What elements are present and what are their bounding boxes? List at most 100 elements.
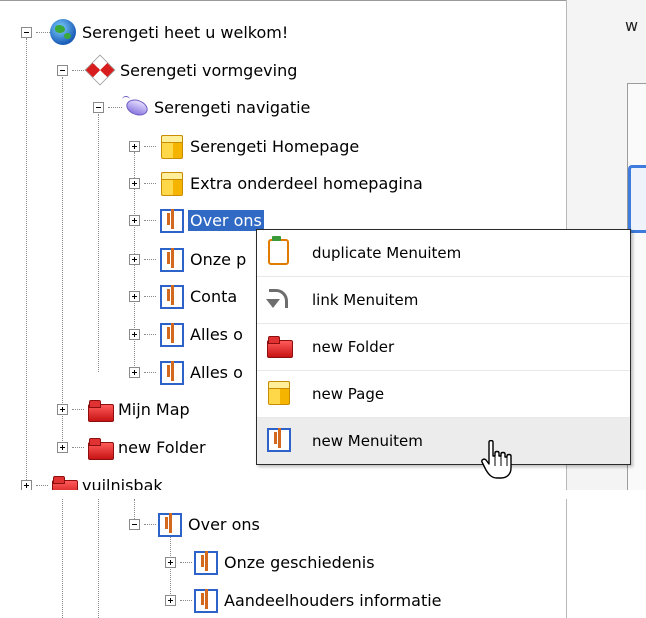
separator bbox=[0, 491, 646, 499]
tree-node-alles-2[interactable]: Alles o bbox=[158, 357, 245, 387]
tree-node-onze[interactable]: Onze p bbox=[158, 244, 248, 274]
tree-line bbox=[108, 107, 122, 108]
tree-node-mijn-map[interactable]: Mijn Map bbox=[86, 394, 192, 424]
tree-line bbox=[72, 409, 84, 410]
menu-item-link-menuitem[interactable]: link Menuitem bbox=[257, 277, 630, 324]
tree-line bbox=[36, 32, 50, 33]
expand-toggle[interactable] bbox=[57, 404, 68, 415]
tree-line bbox=[144, 146, 156, 147]
tree-node-vormgeving[interactable]: Serengeti vormgeving bbox=[84, 54, 299, 86]
folder-icon bbox=[86, 396, 114, 422]
menuitem-icon bbox=[156, 511, 182, 537]
tree-line bbox=[98, 499, 99, 618]
folder-icon bbox=[50, 472, 78, 490]
expand-toggle[interactable] bbox=[129, 367, 140, 378]
tree-node-label: Aandeelhouders informatie bbox=[224, 590, 442, 610]
tree-line bbox=[144, 296, 156, 297]
tree-node-new-folder[interactable]: new Folder bbox=[86, 432, 208, 462]
collapse-toggle[interactable] bbox=[21, 27, 32, 38]
menuitem-icon bbox=[158, 246, 184, 272]
menuitem-icon bbox=[158, 207, 184, 233]
expand-toggle[interactable] bbox=[129, 178, 140, 189]
menu-item-label: new Page bbox=[312, 385, 385, 403]
tree-line bbox=[62, 499, 63, 618]
tree-node-vuilnisbak[interactable]: vuilnisbak bbox=[50, 470, 165, 490]
tree-line bbox=[36, 485, 48, 486]
tree-line bbox=[180, 562, 192, 563]
collapse-toggle[interactable] bbox=[57, 65, 68, 76]
tree-line bbox=[134, 499, 135, 519]
tree-node-label: Onze p bbox=[190, 249, 247, 269]
menu-item-new-page[interactable]: new Page bbox=[257, 371, 630, 418]
content-highlight-box bbox=[628, 165, 646, 233]
tree-node-label: Onze geschiedenis bbox=[224, 552, 375, 572]
tree-node-over-ons[interactable]: Over ons bbox=[158, 205, 264, 235]
page-icon bbox=[265, 379, 295, 409]
page-icon bbox=[158, 170, 184, 196]
duplicate-icon bbox=[265, 236, 295, 268]
folder-icon bbox=[86, 434, 114, 460]
globe-icon bbox=[50, 19, 76, 45]
tree-node-over-ons[interactable]: Over ons bbox=[156, 509, 262, 539]
tree-node-label: Over ons bbox=[188, 514, 260, 534]
menu-item-new-menuitem[interactable]: new Menuitem bbox=[257, 418, 630, 464]
tree-node-label: Conta bbox=[190, 286, 238, 306]
tree-node-aandeelhouders[interactable]: Aandeelhouders informatie bbox=[192, 585, 444, 615]
tree-line bbox=[144, 524, 156, 525]
link-arrow-icon bbox=[265, 285, 295, 315]
panel-top-border bbox=[0, 0, 566, 1]
menu-item-label: new Folder bbox=[312, 338, 395, 356]
menuitem-icon bbox=[158, 283, 184, 309]
expand-toggle[interactable] bbox=[57, 442, 68, 453]
tree-node-contact[interactable]: Conta bbox=[158, 281, 239, 311]
tree-node-navigatie[interactable]: Serengeti navigatie bbox=[122, 92, 312, 122]
hand-cursor-icon bbox=[481, 440, 512, 479]
collapse-toggle[interactable] bbox=[129, 519, 140, 530]
tree-line bbox=[62, 77, 63, 447]
menuitem-icon bbox=[192, 549, 218, 575]
tree-node-label: Serengeti Homepage bbox=[190, 136, 360, 156]
tree-node-label: Extra onderdeel homepagina bbox=[190, 173, 423, 193]
tree-node-label: vuilnisbak bbox=[82, 475, 163, 491]
menu-item-label: new Menuitem bbox=[312, 432, 423, 450]
tree-line bbox=[144, 259, 156, 260]
collapse-toggle[interactable] bbox=[93, 102, 104, 113]
tree-node-root[interactable]: Serengeti heet u welkom! bbox=[50, 17, 290, 47]
tree-node-label: Serengeti navigatie bbox=[154, 97, 311, 117]
tree-node-onze-geschiedenis[interactable]: Onze geschiedenis bbox=[192, 547, 377, 577]
tree-node-label-selected: Over ons bbox=[188, 209, 264, 231]
menuitem-icon bbox=[192, 587, 218, 613]
tree-line bbox=[98, 114, 99, 372]
tree-node-label: Alles o bbox=[190, 324, 243, 344]
tree-node-homepage[interactable]: Serengeti Homepage bbox=[158, 131, 361, 161]
tree-node-extra[interactable]: Extra onderdeel homepagina bbox=[158, 168, 425, 198]
expand-toggle[interactable] bbox=[129, 215, 140, 226]
page-icon bbox=[158, 133, 184, 159]
mouse-icon bbox=[122, 94, 148, 120]
tree-panel-expanded: Over ons Onze geschiedenis Aandeelhouder… bbox=[0, 499, 567, 618]
expand-toggle[interactable] bbox=[165, 557, 176, 568]
tree-node-label: Serengeti heet u welkom! bbox=[82, 22, 289, 42]
tree-line bbox=[144, 220, 156, 221]
menuitem-icon bbox=[158, 321, 184, 347]
folder-icon bbox=[265, 332, 295, 362]
tree-node-label: Serengeti vormgeving bbox=[120, 60, 298, 80]
menuitem-icon bbox=[265, 426, 295, 456]
expand-toggle[interactable] bbox=[165, 595, 176, 606]
expand-toggle[interactable] bbox=[21, 480, 32, 490]
expand-toggle[interactable] bbox=[129, 291, 140, 302]
tree-node-alles-1[interactable]: Alles o bbox=[158, 319, 245, 349]
expand-toggle[interactable] bbox=[129, 329, 140, 340]
menu-item-label: link Menuitem bbox=[312, 291, 419, 309]
tree-node-label: Mijn Map bbox=[118, 399, 190, 419]
tree-line bbox=[144, 334, 156, 335]
checker-icon bbox=[84, 54, 116, 86]
menuitem-icon bbox=[158, 359, 184, 385]
expand-toggle[interactable] bbox=[129, 141, 140, 152]
menu-item-duplicate-menuitem[interactable]: duplicate Menuitem bbox=[257, 230, 630, 277]
menu-item-new-folder[interactable]: new Folder bbox=[257, 324, 630, 371]
tree-line bbox=[180, 600, 192, 601]
expand-toggle[interactable] bbox=[129, 254, 140, 265]
tree-line bbox=[144, 372, 156, 373]
menu-item-label: duplicate Menuitem bbox=[312, 244, 462, 262]
